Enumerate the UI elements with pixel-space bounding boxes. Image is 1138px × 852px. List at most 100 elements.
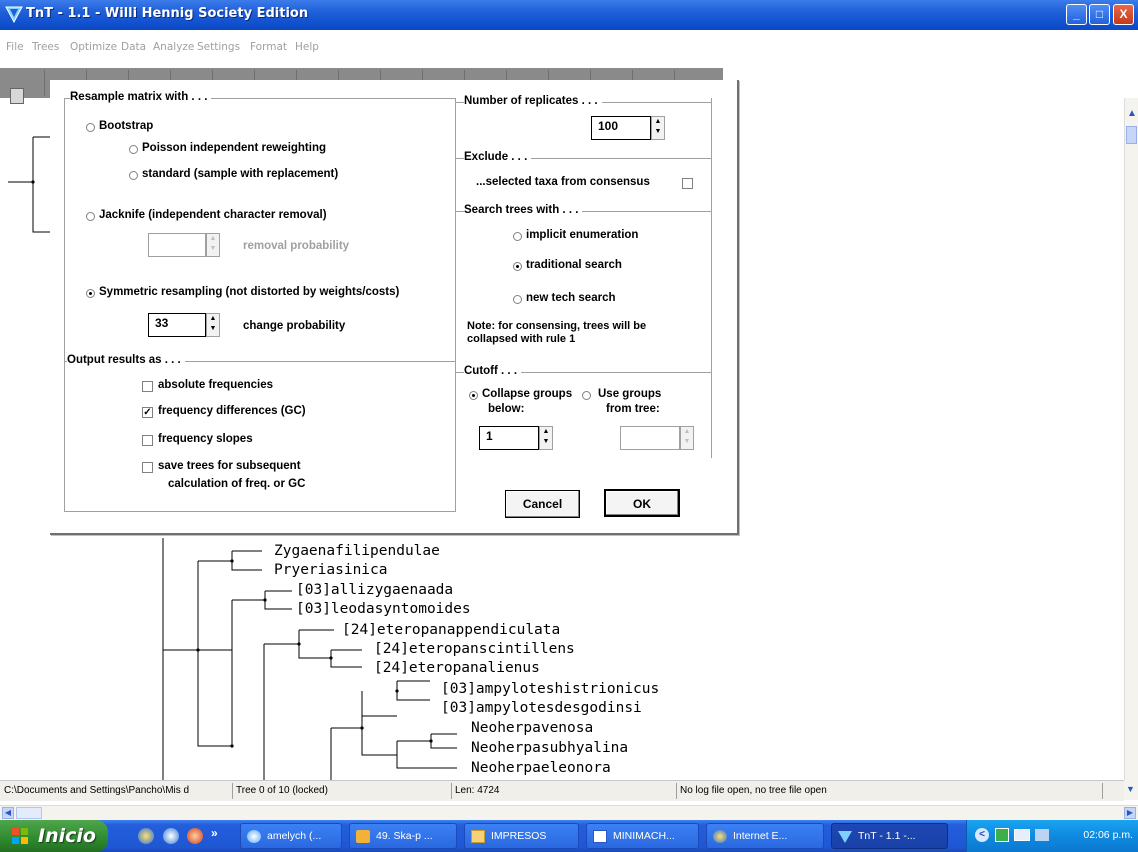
spinner-arrows-icon[interactable]: ▲ ▼ [680,426,694,450]
taxon-label: Neoherpasubhyalina [471,740,629,756]
task-internet-explorer[interactable]: Internet E... [706,823,824,849]
bootstrap-label: Bootstrap [99,120,154,132]
frequency-slopes-checkbox[interactable] [142,435,153,446]
collapse-groups-label: Collapse groups [482,388,573,400]
internet-explorer-icon[interactable] [138,828,154,844]
task-amelych[interactable]: amelych (... [240,823,342,849]
scroll-down-icon[interactable]: ▼ [1124,780,1138,800]
spinner-arrows-icon[interactable]: ▲ ▼ [206,313,220,337]
task-ska-p[interactable]: 49. Ska-p ... [349,823,457,849]
collapse-groups-radio[interactable] [469,391,478,400]
volume-icon[interactable] [1035,829,1049,841]
task-impresos[interactable]: IMPRESOS [464,823,579,849]
vertical-scrollbar[interactable]: ▲ [1124,98,1138,780]
traditional-search-radio[interactable] [513,262,522,271]
quick-launch-chevron-icon[interactable]: » [211,826,218,840]
status-path: C:\Documents and Settings\Pancho\Mis d [4,785,190,796]
frequency-differences-label: frequency differences (GC) [158,405,306,417]
replicates-spinner[interactable]: 100 ▲ ▼ [591,116,673,142]
use-groups-spinner[interactable]: ▲ ▼ [620,426,702,452]
poisson-radio[interactable] [129,145,138,154]
menu-help[interactable]: Help [295,41,319,53]
symmetric-radio[interactable] [86,289,95,298]
taxon-label: [03]ampyloteshistrionicus [441,681,660,697]
horizontal-scrollbar[interactable]: ◀ ▶ [0,805,1138,820]
taxon-label: [03]ampylotesdesgodinsi [441,700,642,716]
taxon-label: Neoherpaeleonora [471,760,611,776]
network-icon[interactable] [1014,829,1030,841]
replicates-group-label: Number of replicates . . . [464,95,602,107]
scroll-thumb[interactable] [1126,126,1137,144]
status-log: No log file open, no tree file open [680,785,827,796]
close-button[interactable]: X [1113,4,1134,25]
exclude-taxa-checkbox[interactable] [682,178,693,189]
cutoff-group-label: Cutoff . . . [464,365,522,377]
implicit-enumeration-label: implicit enumeration [526,229,639,241]
menu-file[interactable]: File [6,41,24,53]
taxon-label: [24]eteropanappendiculata [342,622,561,638]
implicit-enumeration-radio[interactable] [513,232,522,241]
resampling-dialog: Resample matrix with . . . Bootstrap Poi… [50,80,739,535]
taxon-label: [24]eteropanscintillens [374,641,575,657]
window-title: TnT - 1.1 - Willi Hennig Society Edition [26,6,309,21]
use-groups-radio[interactable] [582,391,591,400]
bootstrap-radio[interactable] [86,123,95,132]
scroll-right-icon[interactable]: ▶ [1124,807,1136,819]
save-trees-checkbox[interactable] [142,462,153,473]
jacknife-radio[interactable] [86,212,95,221]
removal-probability-input[interactable] [148,233,206,257]
menu-trees[interactable]: Trees [32,41,59,53]
menu-optimize[interactable]: Optimize [70,41,117,53]
collapse-groups-label-2: below: [488,403,525,415]
start-button[interactable]: Inicio [0,820,108,852]
collapse-groups-input[interactable]: 1 [479,426,539,450]
task-tnt[interactable]: TnT - 1.1 -... [831,823,948,849]
absolute-frequencies-label: absolute frequencies [158,379,274,391]
traditional-search-label: traditional search [526,259,622,271]
spinner-arrows-icon[interactable]: ▲ ▼ [206,233,220,257]
removal-probability-spinner[interactable]: ▲ ▼ [148,233,228,259]
search-group-label: Search trees with . . . [464,204,583,216]
media-player-icon[interactable] [187,828,203,844]
frequency-slopes-label: frequency slopes [158,433,253,445]
poisson-label: Poisson independent reweighting [142,142,327,154]
scroll-up-icon[interactable]: ▲ [1125,108,1138,120]
menu-settings[interactable]: Settings [197,41,240,53]
save-trees-label: save trees for subsequent [158,460,301,472]
ok-button[interactable]: OK [604,489,680,517]
maximize-button[interactable]: □ [1089,4,1110,25]
spinner-arrows-icon[interactable]: ▲ ▼ [539,426,553,450]
standard-radio[interactable] [129,171,138,180]
browser-icon[interactable] [163,828,179,844]
new-tech-search-label: new tech search [526,292,616,304]
use-groups-input[interactable] [620,426,680,450]
messenger-icon [247,830,261,843]
change-probability-spinner[interactable]: 33 ▲ ▼ [148,313,228,339]
new-tech-search-radio[interactable] [513,295,522,304]
replicates-input[interactable]: 100 [591,116,651,140]
title-bar: TnT - 1.1 - Willi Hennig Society Edition… [0,0,1138,30]
system-tray: < 02:06 p.m. [966,820,1138,852]
cancel-button[interactable]: Cancel [505,490,580,518]
tnt-logo-icon [5,6,23,23]
change-probability-label: change probability [243,320,346,332]
frequency-differences-checkbox[interactable]: ✓ [142,407,153,418]
task-minimach[interactable]: MINIMACH... [586,823,699,849]
menu-format[interactable]: Format [250,41,287,53]
jacknife-label: Jacknife (independent character removal) [99,209,327,221]
exclude-label: ...selected taxa from consensus [476,176,650,188]
minimize-button[interactable]: _ [1066,4,1087,25]
removal-probability-label: removal probability [243,240,350,252]
absolute-frequencies-checkbox[interactable] [142,381,153,392]
tray-expand-icon[interactable]: < [975,828,989,842]
menu-data[interactable]: Data [121,41,146,53]
menu-bar: File Trees Optimize Data Analyze Setting… [0,30,1138,60]
antivirus-icon[interactable] [995,828,1009,842]
spinner-arrows-icon[interactable]: ▲ ▼ [651,116,665,140]
change-probability-input[interactable]: 33 [148,313,206,337]
menu-analyze[interactable]: Analyze [153,41,194,53]
horizontal-scroll-thumb[interactable] [16,807,42,819]
taxon-label: [03]leodasyntomoides [296,601,471,617]
scroll-left-icon[interactable]: ◀ [2,807,14,819]
collapse-groups-spinner[interactable]: 1 ▲ ▼ [479,426,563,452]
